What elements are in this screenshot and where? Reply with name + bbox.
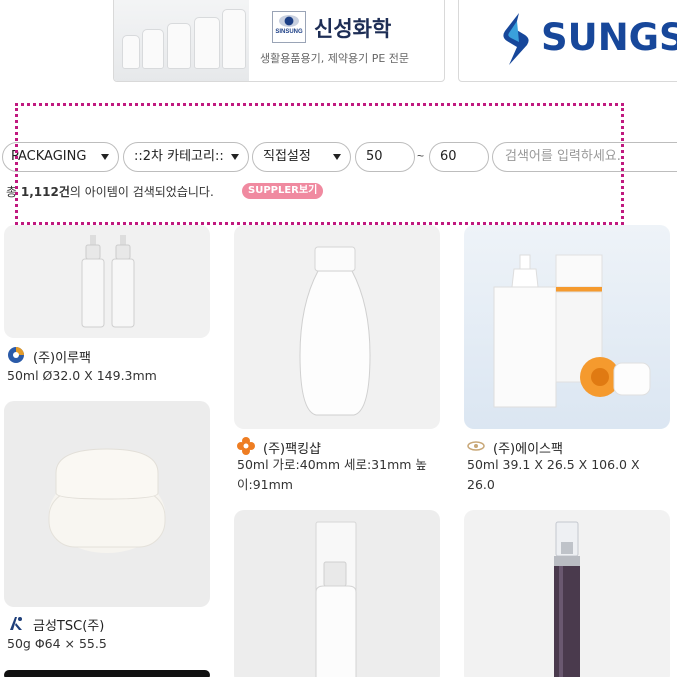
range-mode-select[interactable]: 직접설정 — [252, 142, 351, 172]
banner-subtitle: 생활용품용기, 제약용기 PE 전문 — [260, 52, 410, 65]
sungs-logo-icon — [503, 13, 529, 65]
product-spec: 50ml 가로:40mm 세로:31mm 높이:91mm — [237, 457, 427, 492]
min-input[interactable]: 50 — [355, 142, 415, 172]
product-spec: 50g Φ64 × 55.5 — [7, 636, 107, 651]
product-image — [464, 225, 670, 429]
caret-down-icon — [231, 154, 239, 160]
supplier-view-button[interactable]: SUPPLER보기 — [242, 183, 324, 199]
seller-logo-icon — [467, 441, 485, 451]
banner-title: 신성화학 — [314, 17, 392, 41]
banner-sinsung[interactable]: SINSUNG 신성화학 생활용품용기, 제약용기 PE 전문 — [113, 0, 445, 82]
product-spec: 50ml Ø32.0 X 149.3mm — [7, 368, 157, 383]
banner-sungs[interactable]: SUNGS — [458, 0, 677, 82]
max-input[interactable]: 60 — [429, 142, 489, 172]
caret-down-icon — [333, 154, 341, 160]
result-count: 총 1,112건의 아이템이 검색되었습니다. — [6, 185, 214, 199]
seller-logo-icon — [8, 347, 24, 363]
banner-product-image — [114, 0, 249, 81]
caret-down-icon — [101, 154, 109, 160]
product-image — [464, 510, 670, 677]
product-image — [4, 225, 210, 338]
seller-logo-icon — [10, 617, 22, 630]
category1-select[interactable]: PACKAGING — [2, 142, 119, 172]
range-separator: ~ — [417, 149, 425, 163]
banner-title: SUNGS — [541, 16, 677, 59]
product-image — [4, 401, 210, 607]
sinsung-logo: SINSUNG — [272, 11, 306, 43]
search-input[interactable]: 검색어를 입력하세요. — [492, 142, 677, 172]
category2-select[interactable]: ::2차 카테고리:: — [123, 142, 249, 172]
product-spec: 50ml 39.1 X 26.5 X 106.0 X 26.0 — [467, 457, 640, 492]
product-image — [234, 510, 440, 677]
product-image — [234, 225, 440, 429]
product-image — [4, 670, 210, 677]
seller-logo-icon — [237, 437, 255, 455]
